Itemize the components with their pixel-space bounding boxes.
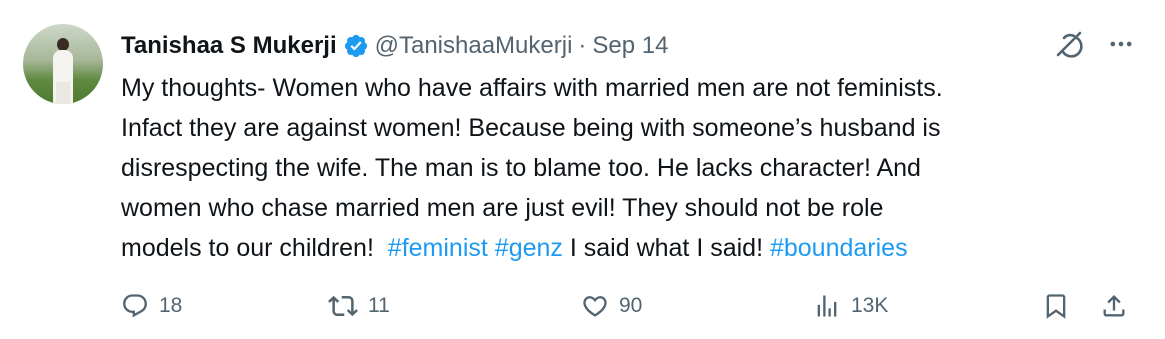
bookmark-button[interactable] — [1042, 284, 1070, 328]
tweet-text-line: disrespecting the wife. The man is to bl… — [121, 154, 921, 182]
separator-dot: · — [578, 32, 587, 59]
action-bar: 18 11 90 13K — [121, 284, 1136, 328]
hashtag-feminist-link[interactable]: #feminist — [388, 234, 488, 262]
reply-count: 18 — [159, 294, 183, 317]
tweet-text-line: models to our children! #feminist #genz … — [121, 228, 1141, 268]
tweet-text-segment: I said what I said! — [562, 234, 770, 262]
more-icon[interactable] — [1107, 30, 1135, 58]
verified-badge-icon[interactable] — [343, 33, 369, 59]
views-count: 13K — [851, 294, 889, 317]
tweet-text-line: Infact they are against women! Because b… — [121, 114, 941, 142]
like-count: 90 — [619, 294, 643, 317]
grok-icon[interactable] — [1053, 28, 1085, 60]
share-button[interactable] — [1100, 284, 1128, 328]
author-handle[interactable]: @TanishaaMukerji — [375, 32, 573, 60]
tweet-text-space — [488, 234, 495, 262]
bookmark-icon — [1042, 292, 1070, 320]
retweet-count: 11 — [368, 294, 390, 317]
reply-icon — [121, 292, 149, 320]
hashtag-boundaries-link[interactable]: #boundaries — [770, 234, 908, 262]
retweet-icon — [328, 291, 358, 321]
heart-icon — [581, 292, 609, 320]
like-button[interactable]: 90 — [581, 284, 642, 328]
top-actions — [1053, 28, 1135, 60]
avatar[interactable] — [23, 24, 103, 104]
tweet-text: My thoughts- Women who have affairs with… — [121, 68, 1141, 268]
author-name[interactable]: Tanishaa S Mukerji — [121, 32, 337, 60]
tweet-date[interactable]: Sep 14 — [592, 32, 668, 60]
share-icon — [1100, 292, 1128, 320]
retweet-button[interactable]: 11 — [328, 284, 390, 328]
reply-button[interactable]: 18 — [121, 284, 182, 328]
tweet-text-line: women who chase married men are just evi… — [121, 194, 884, 222]
tweet-card[interactable]: Tanishaa S Mukerji @TanishaaMukerji · Se… — [0, 0, 1165, 339]
hashtag-genz-link[interactable]: #genz — [495, 234, 563, 262]
tweet-text-line: My thoughts- Women who have affairs with… — [121, 74, 943, 102]
avatar-figure-legs — [56, 82, 70, 104]
views-icon — [813, 292, 841, 320]
views-button[interactable]: 13K — [813, 284, 888, 328]
tweet-text-segment: models to our children! — [121, 234, 388, 262]
tweet-header: Tanishaa S Mukerji @TanishaaMukerji · Se… — [121, 28, 668, 64]
